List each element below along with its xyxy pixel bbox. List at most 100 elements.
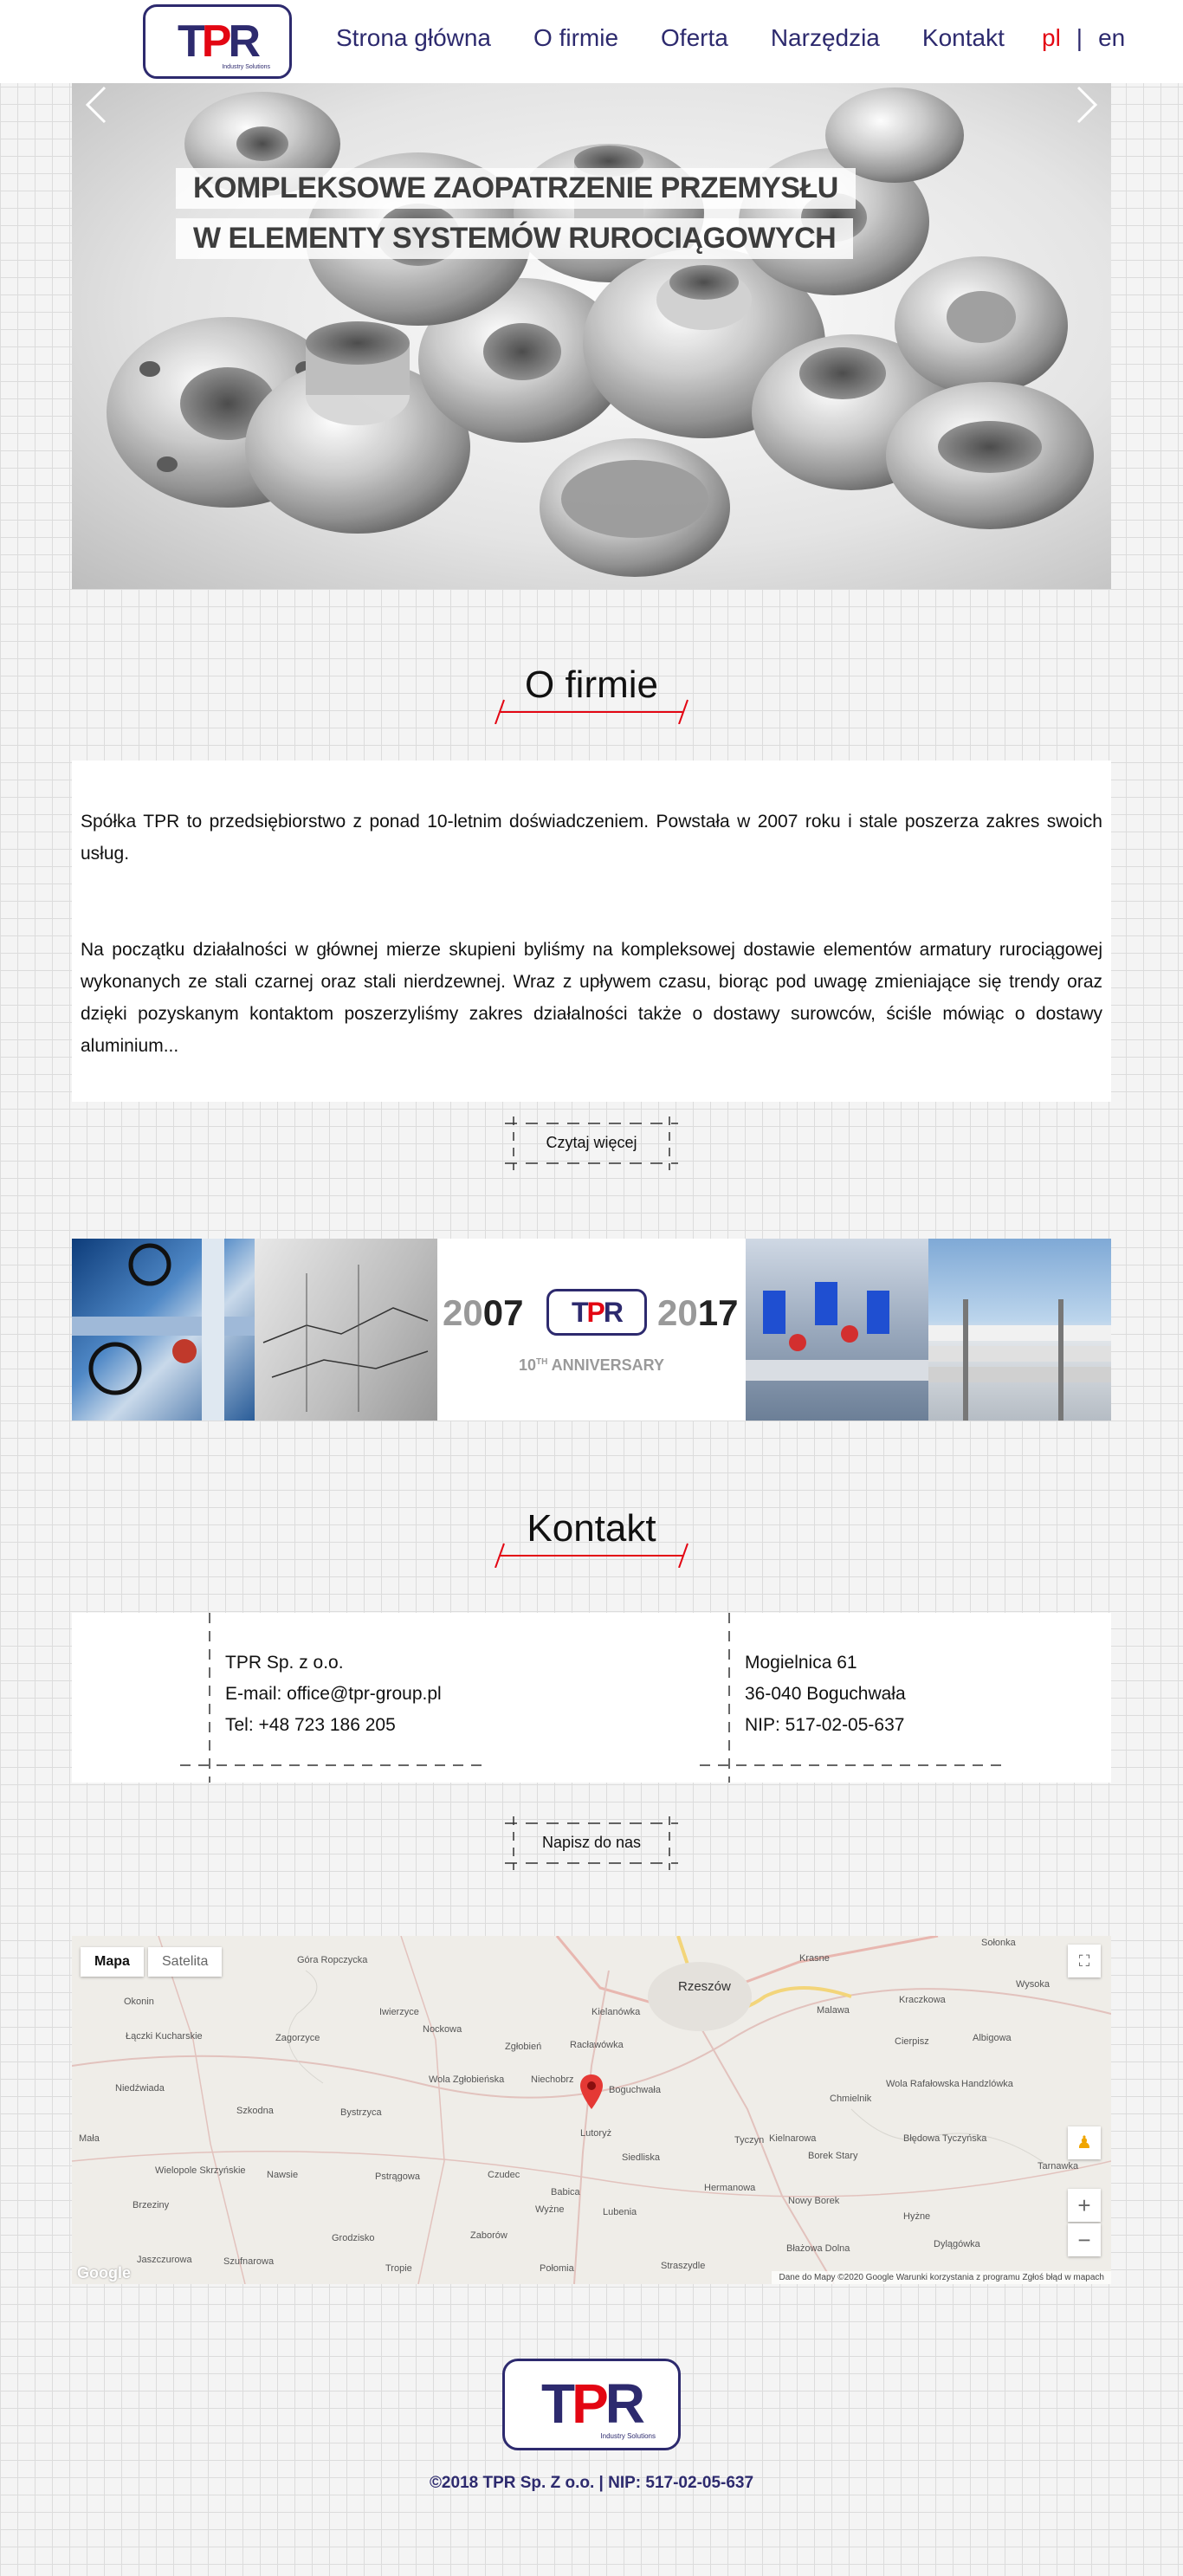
google-map[interactable]: Góra Ropczycka Okonin Iwierzyce Nockowa …	[72, 1936, 1111, 2284]
map-place-label: Sołonka	[981, 1938, 1016, 1948]
photo-valves[interactable]	[72, 1239, 255, 1421]
main-nav: Strona główna O firmie Oferta Narzędzia …	[336, 24, 1047, 52]
fullscreen-icon[interactable]: ⛶	[1068, 1945, 1101, 1977]
map-place-label: Zagorzyce	[275, 2033, 320, 2043]
zoom-out-button[interactable]: −	[1068, 2223, 1101, 2256]
nav-contact[interactable]: Kontakt	[922, 24, 1005, 52]
hero-headline-1: KOMPLEKSOWE ZAOPATRZENIE PRZEMYSŁU	[176, 168, 856, 209]
contact-city: 36-040 Boguchwała	[745, 1684, 906, 1704]
contact-phone[interactable]: Tel: +48 723 186 205	[225, 1710, 442, 1741]
map-type-map-tab[interactable]: Mapa	[81, 1947, 144, 1977]
map-place-label: Hermanowa	[704, 2183, 756, 2193]
map-place-label: Łączki Kucharskie	[126, 2031, 203, 2042]
map-place-label: Malawa	[817, 2005, 850, 2016]
pipe-rack-illustration	[928, 1299, 1111, 1421]
map-place-label: Mała	[79, 2133, 100, 2144]
hero-headline-2: W ELEMENTY SYSTEMÓW RUROCIĄGOWYCH	[176, 218, 854, 259]
map-place-label: Nowy Borek	[788, 2196, 840, 2206]
map-place-label: Cierpisz	[895, 2036, 929, 2047]
map-place-label: Iwierzyce	[379, 2007, 419, 2017]
map-place-label: Chmielnik	[830, 2094, 872, 2104]
map-place-label: Zaborów	[470, 2230, 507, 2241]
blueprint-illustration	[262, 1265, 429, 1412]
map-place-label: Handzlówka	[961, 2079, 1013, 2089]
contact-box: TPR Sp. z o.o. E-mail: office@tpr-group.…	[72, 1613, 1111, 1783]
map-place-label: Wola Rafałowska	[886, 2079, 960, 2089]
map-type-satellite-tab[interactable]: Satelita	[148, 1947, 223, 1977]
map-place-label: Zgłobień	[505, 2042, 542, 2052]
map-place-label: Szufnarowa	[223, 2256, 275, 2267]
flanges-illustration	[107, 87, 1094, 577]
copyright-text: ©2018 TPR Sp. Z o.o. | NIP: 517-02-05-63…	[429, 2474, 754, 2492]
map-place-label: Siedliska	[622, 2152, 661, 2163]
lang-pl[interactable]: pl	[1042, 24, 1061, 51]
map-attribution[interactable]: Dane do Mapy ©2020 Google Warunki korzys…	[772, 2271, 1111, 2284]
map-place-label: Brzeziny	[133, 2200, 170, 2210]
map-place-label: Borek Stary	[808, 2151, 858, 2161]
footer-logo-wordmark: TPR	[541, 2372, 645, 2435]
map-place-label: Niechobrz	[531, 2074, 574, 2085]
google-logo: Google	[77, 2264, 131, 2282]
hero-slider: KOMPLEKSOWE ZAOPATRZENIE PRZEMYSŁU W ELE…	[72, 83, 1111, 589]
write-to-us-label: Napisz do nas	[541, 1834, 642, 1851]
about-paragraph-2: Na początku działalności w głównej mierz…	[81, 940, 1102, 1056]
about-title-underline	[495, 699, 688, 724]
language-switcher: pl | en	[1042, 24, 1125, 52]
map-place-label: Lubenia	[603, 2207, 637, 2217]
slider-next-icon[interactable]	[1068, 83, 1102, 126]
map-place-label: Racławówka	[570, 2040, 624, 2050]
pipeline-valves-illustration	[746, 1282, 928, 1381]
contact-nip: NIP: 517-02-05-637	[745, 1715, 905, 1735]
map-place-label: Szkodna	[236, 2106, 274, 2116]
map-place-label: Babica	[551, 2187, 580, 2197]
contact-company: TPR Sp. z o.o.	[225, 1653, 344, 1673]
map-place-label: Bystrzyca	[340, 2107, 382, 2118]
tpr-logo[interactable]: TPR Industry Solutions	[143, 4, 292, 79]
write-to-us-button[interactable]: Napisz do nas	[505, 1816, 678, 1870]
map-place-label: Wola Zgłobieńska	[429, 2074, 505, 2085]
nav-tools[interactable]: Narzędzia	[771, 24, 880, 52]
contact-title-underline	[495, 1543, 688, 1568]
map-place-label: Jaszczurowa	[137, 2255, 192, 2265]
map-place-label: Hyżne	[903, 2211, 931, 2222]
map-place-label: Wysoka	[1016, 1979, 1050, 1990]
about-paragraph-1: Spółka TPR to przedsiębiorstwo z ponad 1…	[81, 812, 1102, 864]
lang-en[interactable]: en	[1098, 24, 1125, 51]
photo-pipe-rack[interactable]	[928, 1239, 1111, 1421]
map-place-label: Tyczyn	[734, 2135, 765, 2146]
map-place-label: Grodzisko	[332, 2233, 375, 2243]
map-place-label: Nawsie	[267, 2170, 299, 2180]
valves-illustration	[72, 1239, 255, 1421]
map-marker-icon[interactable]	[580, 2074, 603, 2109]
photo-blueprint[interactable]	[255, 1239, 437, 1421]
anniversary-logo: TPR	[546, 1289, 647, 1336]
nav-home[interactable]: Strona główna	[336, 24, 491, 52]
anniversary-year-end: 2017	[657, 1292, 739, 1333]
contact-street: Mogielnica 61	[745, 1653, 857, 1673]
map-place-label: Okonin	[124, 1997, 154, 2007]
street-view-pegman-icon[interactable]: ♟	[1068, 2126, 1101, 2159]
about-text-box: Spółka TPR to przedsiębiorstwo z ponad 1…	[72, 761, 1111, 1102]
slider-prev-icon[interactable]	[81, 83, 115, 126]
map-roads	[72, 1936, 1111, 2284]
map-place-label: Lutoryż	[580, 2128, 612, 2139]
zoom-in-button[interactable]: +	[1068, 2189, 1101, 2222]
map-place-label: Straszydle	[661, 2261, 706, 2271]
logo-wordmark: TPR	[177, 16, 261, 67]
map-place-label: Dylągówka	[934, 2239, 980, 2249]
anniversary-caption: 10TH ANNIVERSARY	[518, 1356, 665, 1374]
read-more-button[interactable]: Czytaj więcej	[505, 1116, 678, 1170]
photo-pipeline-valves[interactable]	[746, 1239, 928, 1421]
contact-address-block: Mogielnica 61 36-040 Boguchwała NIP: 517…	[745, 1647, 906, 1741]
map-place-label: Pstrągowa	[375, 2171, 420, 2182]
map-place-label: Wyżne	[535, 2204, 565, 2215]
logo-tagline: Industry Solutions	[222, 64, 270, 70]
nav-about[interactable]: O firmie	[533, 24, 618, 52]
footer-logo[interactable]: TPR Industry Solutions	[502, 2359, 681, 2450]
map-place-label: Góra Ropczycka	[297, 1955, 368, 1965]
map-place-label: Połomia	[540, 2263, 574, 2274]
nav-offer[interactable]: Oferta	[661, 24, 728, 52]
map-place-label: Albigowa	[973, 2033, 1012, 2043]
map-place-label: Tarnawka	[1038, 2161, 1079, 2171]
contact-email[interactable]: E-mail: office@tpr-group.pl	[225, 1679, 442, 1710]
